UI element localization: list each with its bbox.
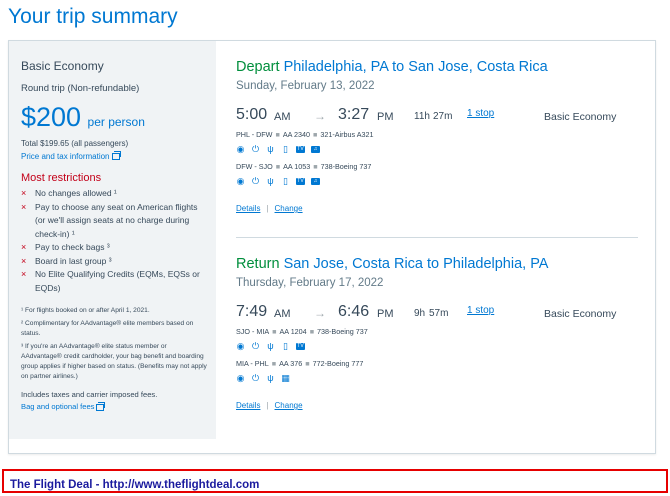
arrive-time-suffix: PM [377, 308, 394, 320]
arrive-time: 6:46 [338, 303, 370, 320]
stops-link[interactable]: 1 stop [467, 108, 494, 119]
restriction-item: × Board in last group ³ [21, 255, 208, 269]
price-per: per person [87, 115, 145, 129]
depart-time-suffix: AM [274, 111, 291, 123]
change-link[interactable]: Change [275, 401, 303, 410]
duration-hours: 11h [414, 111, 430, 122]
restrictions-list: × No changes allowed ¹ × Pay to choose any… [21, 187, 208, 295]
phone-icon: ▯ [283, 175, 288, 186]
total-price: Total $199.65 (all passengers) [21, 139, 129, 148]
segment-route: San Jose, Costa Rica to Philadelphia, PA [283, 256, 549, 272]
power-icon: ⏻ [251, 340, 260, 351]
segment-heading: Return San Jose, Costa Rica to Philadelp… [236, 256, 640, 272]
stops-link[interactable]: 1 stop [467, 305, 494, 316]
wifi-icon: ◉ [236, 372, 245, 383]
fare-type: Basic Economy [21, 59, 104, 73]
wifi-icon: ◉ [236, 175, 245, 186]
footnotes: ¹ For flights booked on or after April 1… [21, 306, 208, 382]
footnote: ² Complimentary for AAdvantage® elite me… [21, 320, 194, 337]
power-icon: ⏻ [251, 143, 260, 154]
amenities: ◉ ⏻ ψ ▯ TV [236, 339, 640, 353]
power-icon: ⏻ [251, 175, 260, 186]
segment-date: Thursday, February 17, 2022 [236, 277, 384, 289]
arrive-time: 3:27 [338, 106, 370, 123]
taxes-note: Includes taxes and carrier imposed fees. [21, 390, 158, 399]
amenities: ◉ ⏻ ψ ▯ TV ♫ [236, 174, 640, 188]
phone-icon: ▯ [283, 143, 288, 154]
segment-links: Details | Change [236, 401, 303, 410]
flight-leg: MIA - PHL ■ AA 376 ■ 772-Boeing 777 [236, 359, 364, 368]
footnote: ³ If you're an AAdvantage® elite status … [21, 343, 207, 380]
wifi-icon: ◉ [236, 340, 245, 351]
tv-icon: TV [296, 342, 305, 350]
restriction-item: × No changes allowed ¹ [21, 187, 208, 201]
segment-verb: Depart [236, 59, 280, 75]
duration-minutes: 27m [433, 111, 453, 122]
wifi-icon: ◉ [236, 143, 245, 154]
segment-depart: Depart Philadelphia, PA to San Jose, Cos… [236, 59, 640, 238]
footnote: ¹ For flights booked on or after April 1… [21, 307, 150, 314]
music-icon: ♫ [311, 145, 320, 153]
power-icon: ⏻ [251, 372, 260, 383]
popup-icon [96, 401, 106, 411]
x-icon: × [21, 269, 27, 279]
segment-links: Details | Change [236, 204, 303, 213]
depart-time: 5:00 [236, 106, 268, 123]
restriction-item: × No Elite Qualifying Credits (EQMs, EQSs… [21, 269, 200, 293]
trip-type: Round trip (Non-refundable) [21, 83, 140, 94]
usb-icon: ψ [267, 341, 274, 351]
itinerary: Depart Philadelphia, PA to San Jose, Cos… [236, 41, 640, 410]
restriction-item: × Pay to choose any seat on American flig… [21, 201, 198, 239]
segment-times: 5:00 AM → 3:27 PM 11h 27m 1 stop Basic E… [236, 106, 640, 126]
seat-screen-icon: ▦ [281, 372, 290, 383]
amenities: ◉ ⏻ ψ ▯ TV ♫ [236, 142, 640, 156]
segment-date: Sunday, February 13, 2022 [236, 80, 375, 92]
x-icon: × [21, 242, 27, 252]
tv-icon: TV [296, 145, 305, 153]
cabin-class: Basic Economy [544, 308, 617, 320]
price-tax-link[interactable]: Price and tax information [21, 151, 208, 161]
arrive-time-suffix: PM [377, 111, 394, 123]
cabin-class: Basic Economy [544, 111, 617, 123]
flight-leg: SJO - MIA ■ AA 1204 ■ 738-Boeing 737 [236, 327, 368, 336]
depart-time-suffix: AM [274, 308, 291, 320]
fare-sidebar: Basic Economy Round trip (Non-refundable… [9, 41, 216, 439]
segment-verb: Return [236, 256, 280, 272]
x-icon: × [21, 255, 27, 266]
flight-leg: DFW - SJO ■ AA 1053 ■ 738-Boeing 737 [236, 162, 372, 171]
phone-icon: ▯ [283, 340, 288, 351]
usb-icon: ψ [267, 373, 274, 383]
trip-summary-card: Basic Economy Round trip (Non-refundable… [8, 40, 656, 454]
details-link[interactable]: Details [236, 204, 260, 213]
amenities: ◉ ⏻ ψ ▦ [236, 371, 640, 385]
usb-icon: ψ [267, 144, 274, 154]
x-icon: × [21, 188, 27, 198]
arrow-right-icon: → [314, 109, 326, 123]
flight-deal-banner: The Flight Deal - http://www.theflightde… [2, 469, 668, 493]
segment-divider [236, 237, 638, 238]
price-amount: $200 [21, 102, 82, 132]
segment-heading: Depart Philadelphia, PA to San Jose, Cos… [236, 59, 640, 75]
usb-icon: ψ [267, 176, 274, 186]
page-title: Your trip summary [8, 5, 178, 28]
music-icon: ♫ [311, 177, 320, 185]
restrictions-title: Most restrictions [21, 172, 102, 184]
segment-route: Philadelphia, PA to San Jose, Costa Rica [283, 59, 548, 75]
banner-text[interactable]: The Flight Deal - http://www.theflightde… [10, 479, 259, 491]
segment-return: Return San Jose, Costa Rica to Philadelp… [236, 256, 640, 410]
bag-fees-link[interactable]: Bag and optional fees [21, 401, 208, 411]
tv-icon: TV [296, 177, 305, 185]
details-link[interactable]: Details [236, 401, 260, 410]
price: $200 per person [21, 102, 208, 133]
restriction-item: × Pay to check bags ³ [21, 241, 208, 255]
popup-icon [111, 151, 121, 161]
arrow-right-icon: → [314, 306, 326, 320]
duration-hours: 9h [414, 308, 426, 319]
duration-minutes: 57m [429, 308, 449, 319]
change-link[interactable]: Change [275, 204, 303, 213]
depart-time: 7:49 [236, 303, 268, 320]
x-icon: × [21, 201, 27, 212]
flight-leg: PHL - DFW ■ AA 2340 ■ 321-Airbus A321 [236, 130, 374, 139]
segment-times: 7:49 AM → 6:46 PM 9h 57m 1 stop Basic Ec… [236, 303, 640, 323]
